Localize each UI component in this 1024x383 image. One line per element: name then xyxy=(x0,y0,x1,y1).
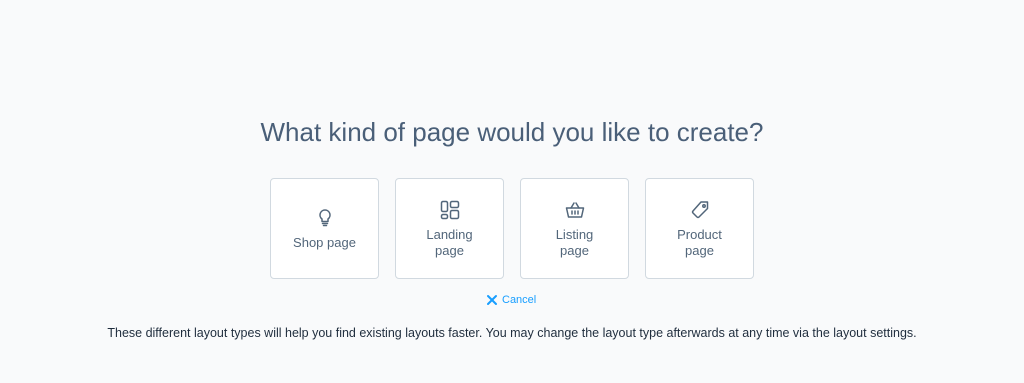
layout-type-hint: These different layout types will help y… xyxy=(107,326,917,340)
product-page-label: Product page xyxy=(677,226,722,258)
basket-icon xyxy=(564,199,586,221)
cancel-label: Cancel xyxy=(502,294,537,306)
landing-page-card[interactable]: Landing page xyxy=(395,178,504,279)
layout-grid-icon xyxy=(439,199,461,221)
shop-page-card[interactable]: Shop page xyxy=(270,178,379,279)
product-page-card[interactable]: Product page xyxy=(645,178,754,279)
listing-page-label: Listing page xyxy=(555,226,594,258)
tag-icon xyxy=(689,199,711,221)
page-type-options: Shop page Landing page Listing page Prod… xyxy=(270,178,754,279)
page-title: What kind of page would you like to crea… xyxy=(260,117,764,147)
lightbulb-icon xyxy=(314,207,336,229)
cancel-button[interactable]: Cancel xyxy=(486,294,536,306)
shop-page-label: Shop page xyxy=(293,234,356,250)
listing-page-card[interactable]: Listing page xyxy=(520,178,629,279)
close-icon xyxy=(486,294,498,306)
landing-page-label: Landing page xyxy=(426,226,473,258)
